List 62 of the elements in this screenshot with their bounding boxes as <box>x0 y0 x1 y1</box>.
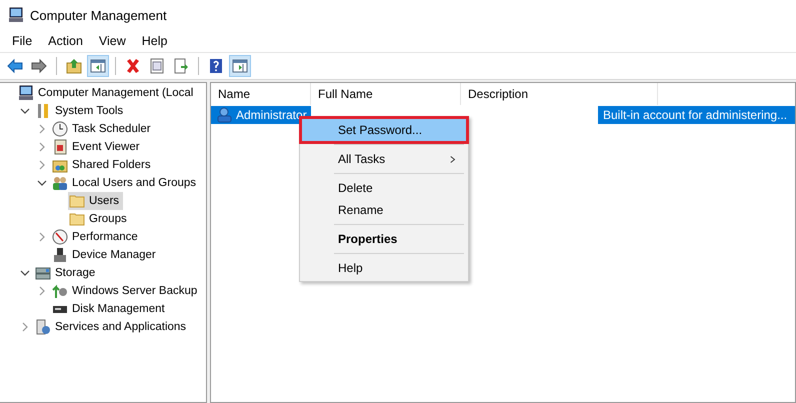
folder-icon <box>69 193 85 209</box>
tree-item[interactable]: Event Viewer <box>51 138 144 156</box>
properties-icon <box>149 58 165 74</box>
tree-item[interactable]: Shared Folders <box>51 156 155 174</box>
pane-icon <box>232 58 248 74</box>
collapse-chevron-icon[interactable] <box>37 178 47 188</box>
clock-icon <box>52 121 68 137</box>
menu-item[interactable]: Help <box>302 257 466 279</box>
forward-arrow-icon <box>31 58 47 74</box>
menu-item[interactable]: Set Password... <box>302 119 466 141</box>
tools-icon <box>35 103 51 119</box>
menu-item[interactable]: Help <box>134 32 176 50</box>
gauge-icon <box>52 229 68 245</box>
user-icon <box>217 107 233 123</box>
expand-chevron-icon[interactable] <box>37 142 47 152</box>
menu-item[interactable]: File <box>4 32 40 50</box>
delete-x-icon <box>125 58 141 74</box>
menu-item[interactable]: Rename <box>302 199 466 221</box>
expand-chevron-icon[interactable] <box>37 232 47 242</box>
action-pane-button[interactable] <box>229 55 251 77</box>
expand-chevron-icon[interactable] <box>20 322 30 332</box>
back-arrow-icon <box>7 58 23 74</box>
computer-icon <box>8 7 24 23</box>
menu-item[interactable]: All Tasks <box>302 148 466 170</box>
help-icon <box>208 58 224 74</box>
column-header[interactable]: Description <box>461 83 658 105</box>
expand-chevron-icon[interactable] <box>37 160 47 170</box>
tree-item[interactable]: Disk Management <box>51 300 169 318</box>
tree-pane-button[interactable] <box>87 55 109 77</box>
tree-item[interactable]: Storage <box>34 264 100 282</box>
export-icon <box>173 58 189 74</box>
collapse-chevron-icon[interactable] <box>20 268 30 278</box>
tree-item[interactable]: Device Manager <box>51 246 160 264</box>
tree-item[interactable]: Local Users and Groups <box>51 174 200 192</box>
tree-item[interactable]: Users <box>68 192 124 210</box>
table-cell[interactable]: Administrator <box>211 106 311 124</box>
users-icon <box>52 175 68 191</box>
tree-item[interactable]: Windows Server Backup <box>51 282 202 300</box>
pane-icon <box>90 58 106 74</box>
computer-icon <box>18 85 34 101</box>
table-cell: Built-in account for administering... <box>598 106 795 124</box>
menu-item[interactable]: Properties <box>302 228 466 250</box>
collapse-chevron-icon[interactable] <box>20 106 30 116</box>
menu-item[interactable]: Delete <box>302 177 466 199</box>
menu-item[interactable]: View <box>90 32 134 50</box>
device-icon <box>52 247 68 263</box>
storage-icon <box>35 265 51 281</box>
backup-icon <box>52 283 68 299</box>
window-title: Computer Management <box>30 8 167 22</box>
folder-up-icon <box>66 58 82 74</box>
column-header[interactable]: Full Name <box>311 83 461 105</box>
tree-item[interactable]: Task Scheduler <box>51 120 155 138</box>
menu-item[interactable]: Action <box>40 32 91 50</box>
tree-item[interactable]: Groups <box>68 210 131 228</box>
tree-item[interactable]: Services and Applications <box>34 318 190 336</box>
tree-item[interactable]: Performance <box>51 228 142 246</box>
expand-chevron-icon[interactable] <box>37 124 47 134</box>
expand-chevron-icon[interactable] <box>37 286 47 296</box>
tree-item[interactable]: Computer Management (Local <box>17 84 198 102</box>
log-book-icon <box>52 139 68 155</box>
column-header[interactable]: Name <box>211 83 311 105</box>
tree-item[interactable]: System Tools <box>34 102 128 120</box>
